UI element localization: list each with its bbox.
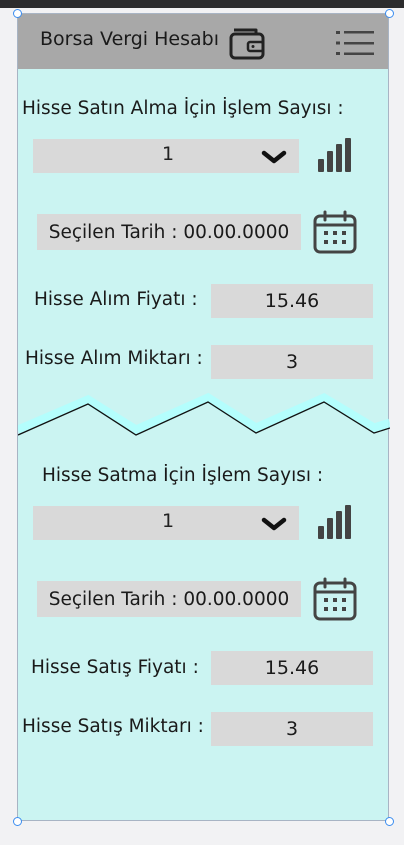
selection-handle[interactable] [13,817,22,826]
wallet-icon[interactable] [228,27,266,61]
sell-count-label: Hisse Satma İçin İşlem Sayısı : [42,465,324,486]
app-header: Borsa Vergi Hesabı [18,14,388,69]
sell-quantity-field[interactable]: 3 [211,712,373,746]
calendar-icon[interactable] [312,210,358,256]
buy-count-label: Hisse Satın Alma İçin İşlem Sayısı : [22,98,344,119]
app-frame: Borsa Vergi Hesabı Hisse Satın Alma İçin… [17,13,390,821]
bar-chart-icon[interactable] [317,137,353,173]
sell-quantity-label: Hisse Satış Miktarı : [22,716,204,737]
buy-price-label: Hisse Alım Fiyatı : [34,289,198,310]
zigzag-divider [18,392,390,436]
bar-chart-icon[interactable] [317,504,353,540]
chevron-down-icon [261,150,287,164]
buy-quantity-field[interactable]: 3 [211,345,373,379]
sell-count-dropdown[interactable]: 1 [33,506,299,540]
sell-price-label: Hisse Satış Fiyatı : [31,657,199,678]
chevron-down-icon [261,517,287,531]
app-title: Borsa Vergi Hesabı [40,28,219,50]
hamburger-menu-icon[interactable] [336,29,374,57]
buy-count-dropdown[interactable]: 1 [33,139,299,173]
selection-handle[interactable] [385,9,394,18]
top-strip [0,0,404,8]
buy-quantity-label: Hisse Alım Miktarı : [25,348,203,369]
selection-handle[interactable] [13,9,22,18]
calendar-icon[interactable] [312,577,358,623]
buy-date-display: Seçilen Tarih : 00.00.0000 [37,214,301,250]
sell-date-display: Seçilen Tarih : 00.00.0000 [37,581,301,617]
sell-price-field[interactable]: 15.46 [211,651,373,685]
buy-price-field[interactable]: 15.46 [211,284,373,318]
selection-handle[interactable] [385,817,394,826]
